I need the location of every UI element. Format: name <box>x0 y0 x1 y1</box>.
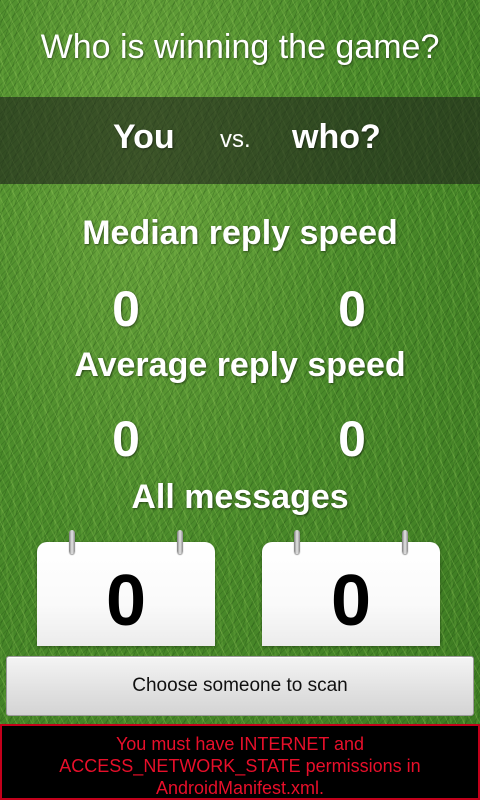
binder-ring-icon <box>69 530 75 554</box>
binder-ring-icon <box>402 530 408 554</box>
messages-left-count: 0 <box>105 561 147 641</box>
binder-ring-icon <box>294 530 300 554</box>
page-title: Who is winning the game? <box>40 28 440 66</box>
vs-label: vs. <box>220 126 251 153</box>
player-left-name: You <box>113 118 175 156</box>
median-right-value: 0 <box>338 281 366 337</box>
average-reply-speed-label: Average reply speed <box>74 346 406 384</box>
median-left-value: 0 <box>112 281 140 337</box>
messages-card-right: 0 <box>262 530 440 646</box>
binder-ring-icon <box>177 530 183 554</box>
messages-right-count: 0 <box>330 561 372 641</box>
messages-card-left: 0 <box>37 530 215 646</box>
choose-someone-to-scan-button[interactable]: Choose someone to scan <box>6 656 474 716</box>
all-messages-label: All messages <box>131 478 349 516</box>
median-reply-speed-label: Median reply speed <box>82 214 398 252</box>
permission-error-message: You must have INTERNET and ACCESS_NETWOR… <box>0 724 480 800</box>
average-right-value: 0 <box>338 411 366 467</box>
player-right-name[interactable]: who? <box>292 118 381 157</box>
average-left-value: 0 <box>112 411 140 467</box>
